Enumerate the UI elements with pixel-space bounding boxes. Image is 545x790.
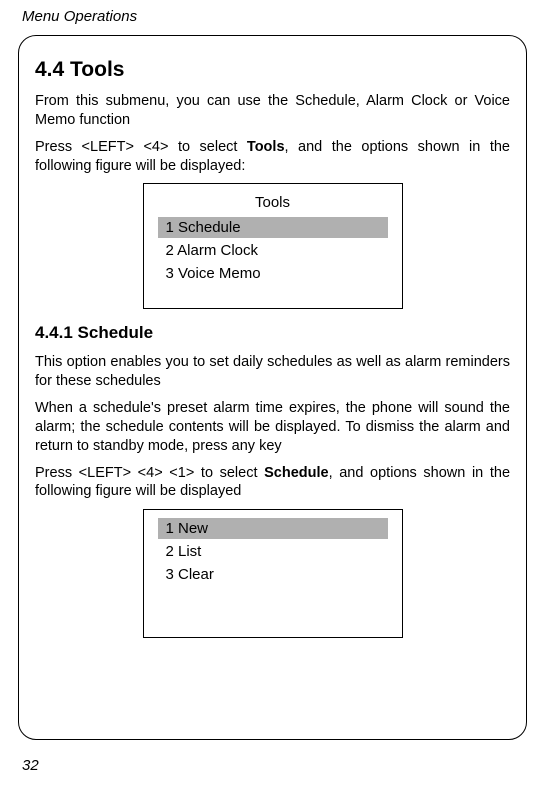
- page-number: 32: [22, 757, 39, 774]
- sub-paragraph-2: When a schedule's preset alarm time expi…: [35, 399, 510, 456]
- page: Menu Operations 4.4 Tools From this subm…: [0, 0, 545, 790]
- sub-p3-bold: Schedule: [264, 465, 328, 481]
- intro-p2-bold: Tools: [247, 139, 285, 155]
- section-heading: 4.4 Tools: [35, 58, 510, 82]
- tools-screen-item-2: 2 Alarm Clock: [158, 240, 388, 261]
- subsection-heading: 4.4.1 Schedule: [35, 323, 510, 343]
- sub-paragraph-3: Press <LEFT> <4> <1> to select Schedule,…: [35, 464, 510, 502]
- chapter-title: Menu Operations: [18, 8, 527, 25]
- schedule-screen-item-2: 2 List: [158, 541, 388, 562]
- intro-paragraph-1: From this submenu, you can use the Sched…: [35, 92, 510, 130]
- schedule-screen-figure: 1 New 2 List 3 Clear: [143, 509, 403, 638]
- schedule-screen-item-3: 3 Clear: [158, 564, 388, 585]
- tools-screen-item-1: 1 Schedule: [158, 217, 388, 238]
- tools-screen-figure: Tools 1 Schedule 2 Alarm Clock 3 Voice M…: [143, 183, 403, 309]
- sub-paragraph-1: This option enables you to set daily sch…: [35, 353, 510, 391]
- sub-p3-a: Press <LEFT> <4> <1> to select: [35, 465, 264, 481]
- tools-screen-item-3: 3 Voice Memo: [158, 263, 388, 284]
- schedule-screen-item-1: 1 New: [158, 518, 388, 539]
- tools-screen-title: Tools: [144, 194, 402, 211]
- intro-p2-a: Press <LEFT> <4> to select: [35, 139, 247, 155]
- intro-paragraph-2: Press <LEFT> <4> to select Tools, and th…: [35, 138, 510, 176]
- content-frame: 4.4 Tools From this submenu, you can use…: [18, 35, 527, 740]
